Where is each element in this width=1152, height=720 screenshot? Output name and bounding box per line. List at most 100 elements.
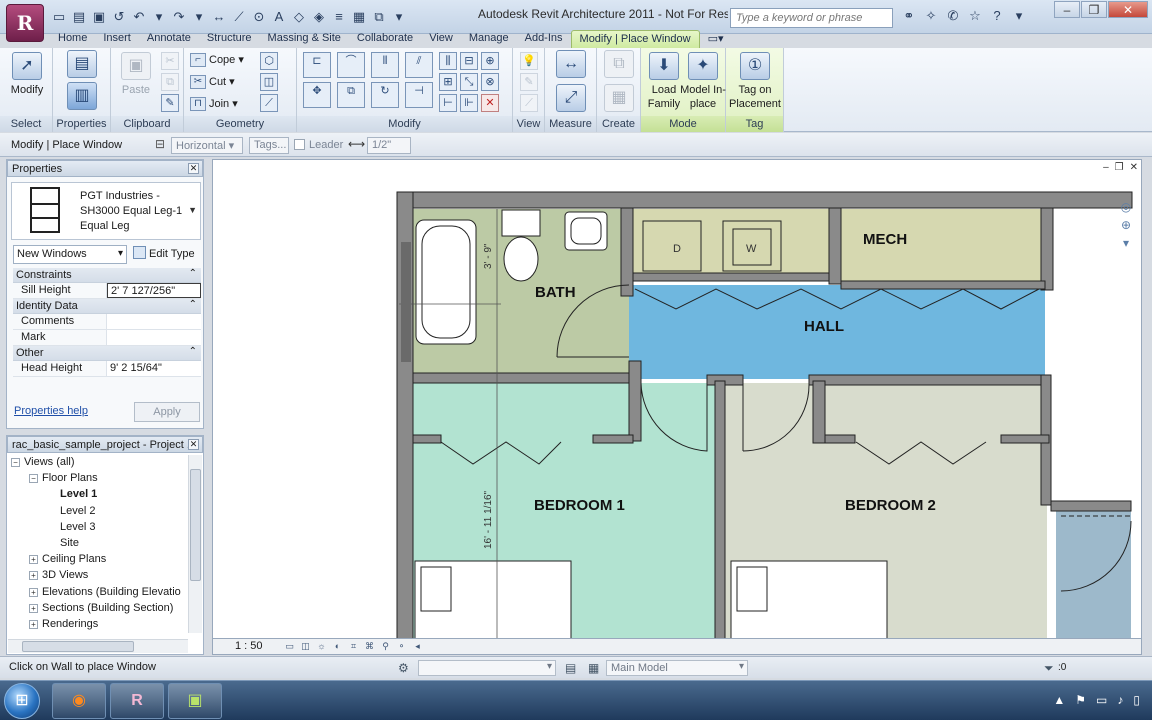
aligned-dimension-button[interactable]: ⤢ [548,84,594,115]
apply-button[interactable]: Apply [134,402,200,422]
tab-view[interactable]: View [421,30,461,48]
favorites-icon[interactable]: ☆ [966,8,984,26]
model-in-place-button[interactable]: ✦ Model In-place [680,52,726,111]
redo-dropdown-icon[interactable]: ▾ [190,8,208,26]
create-similar-button[interactable]: ⧉ [596,50,642,81]
worksharing-icon[interactable]: ⚙ [398,661,409,675]
visual-style-icon[interactable]: ◫ [299,640,312,653]
browser-node[interactable]: +3D Views [11,569,189,585]
qat-dropdown-icon[interactable]: ▾ [390,8,408,26]
tab-annotate[interactable]: Annotate [139,30,199,48]
workset-select[interactable] [418,660,556,676]
leader-checkbox[interactable]: Leader [294,139,343,151]
properties-type-button[interactable]: ▤ [59,50,105,81]
minimize-icon[interactable]: – [1054,1,1080,18]
move-icon[interactable]: ✥ [303,82,331,108]
trim-multiple-icon[interactable]: ⊩ [460,94,478,112]
copy-clipboard-icon[interactable]: ⧉ [161,73,179,91]
align-icon[interactable]: ⊏ [303,52,331,78]
expand-node-icon[interactable]: + [29,619,38,629]
reveal-hidden-icon[interactable]: ⚬ [395,640,408,653]
trim-extend-icon[interactable]: ⊣ [405,82,433,108]
instance-filter-select[interactable]: New Windows [13,245,127,264]
sill-height-input[interactable]: 2' 7 127/256" [107,283,201,298]
array-icon[interactable]: ⊞ [439,73,457,91]
view-restore-icon[interactable]: ❐ [1115,162,1124,173]
redo-icon[interactable]: ↷ [170,8,188,26]
help-icon[interactable]: ? [988,8,1006,26]
mirror-draw-axis-icon[interactable]: ⫽ [405,52,433,78]
rotate-icon[interactable]: ↻ [371,82,399,108]
dimension-icon[interactable]: ⟋ [230,8,248,26]
expand-node-icon[interactable]: + [29,603,38,613]
expand-node-icon[interactable]: + [29,555,38,565]
pin-icon[interactable]: ⊕ [481,52,499,70]
design-option-select[interactable]: Main Model [606,660,748,676]
switch-windows-icon[interactable]: ⧉ [370,8,388,26]
override-graphics-icon[interactable]: ✎ [520,73,538,91]
start-button[interactable]: ⊞ [4,683,40,719]
browser-node[interactable]: + Ceiling Plans [11,553,189,569]
tab-structure[interactable]: Structure [199,30,260,48]
tag-on-placement-button[interactable]: ① Tag on Placement [728,52,782,111]
delete-icon[interactable]: ✕ [481,94,499,112]
sun-path-icon[interactable]: ☼ [315,640,328,653]
create-group-button[interactable]: ▦ [596,84,642,115]
detail-level-icon[interactable]: ▭ [283,640,296,653]
tray-flag-icon[interactable]: ⚑ [1075,693,1086,707]
mark-input[interactable] [107,330,201,345]
close-browser-icon[interactable]: ✕ [188,439,199,450]
steering-wheel-icon[interactable]: ◎ [1121,200,1131,214]
group-other[interactable]: Other ⌃ [13,346,201,361]
tab-home[interactable]: Home [50,30,95,48]
zoom-icon[interactable]: ⊕ [1121,218,1131,232]
scroll-thumb[interactable] [190,469,201,581]
scroll-thumb[interactable] [22,641,134,652]
filter-icon[interactable]: ⏷ [1044,661,1054,676]
leader-length-input[interactable]: 1/2" [367,137,411,154]
text-icon[interactable]: A [270,8,288,26]
taskbar-app3[interactable]: ▣ [168,683,222,719]
group-constraints[interactable]: Constraints ⌃ [13,268,201,283]
tray-expand-icon[interactable]: ▲ [1053,693,1065,707]
maximize-icon[interactable]: ❐ [1081,1,1107,18]
taskbar-firefox[interactable]: ◉ [52,683,106,719]
browser-horizontal-scrollbar[interactable] [8,639,188,653]
tab-manage[interactable]: Manage [461,30,517,48]
tray-display-icon[interactable]: ▭ [1096,693,1107,707]
join-button[interactable]: ⊓ Join ▾ [190,97,238,112]
tag-icon[interactable]: ⊙ [250,8,268,26]
section-icon[interactable]: ◈ [310,8,328,26]
close-properties-icon[interactable]: ✕ [188,163,199,174]
taskbar-revit[interactable]: R [110,683,164,719]
tags-button[interactable]: Tags... [249,137,289,154]
browser-node[interactable]: + Sections (Building Section) [11,602,189,618]
browser-node[interactable]: Site [11,537,189,553]
measure-icon[interactable]: ↔ [210,8,228,26]
tab-collaborate[interactable]: Collaborate [349,30,421,48]
cut-clipboard-icon[interactable]: ✂ [161,52,179,70]
trim-single-icon[interactable]: ⊢ [439,94,457,112]
properties-help-link[interactable]: Properties help [14,405,88,417]
crop-view-icon[interactable]: ⌗ [347,640,360,653]
sync-icon[interactable]: ↺ [110,8,128,26]
tab-modify-place-window[interactable]: Modify | Place Window [570,30,700,48]
tab-insert[interactable]: Insert [95,30,139,48]
temporary-hide-icon[interactable]: ⚲ [379,640,392,653]
view-minimize-icon[interactable]: – [1103,162,1109,173]
browser-vertical-scrollbar[interactable] [188,455,202,633]
measure-button[interactable]: ↔ [548,50,594,81]
head-height-input[interactable]: 9' 2 15/64" [107,361,201,376]
properties-button[interactable]: ▥ [59,82,105,113]
nav-dropdown-icon[interactable]: ▾ [1123,236,1129,250]
subscription-icon[interactable]: ✧ [922,8,940,26]
tab-massing-site[interactable]: Massing & Site [260,30,349,48]
thin-lines-icon[interactable]: ≡ [330,8,348,26]
default-3d-icon[interactable]: ◇ [290,8,308,26]
search-input[interactable]: Type a keyword or phrase [730,8,893,28]
ribbon-minimize-toggle[interactable]: ▭▾ [700,30,732,48]
browser-node[interactable]: + Renderings [11,618,189,634]
show-desktop-icon[interactable]: ▯ [1133,693,1140,707]
browser-node[interactable]: − Floor Plans [11,472,189,488]
browser-node[interactable]: Level 1 [11,488,189,504]
